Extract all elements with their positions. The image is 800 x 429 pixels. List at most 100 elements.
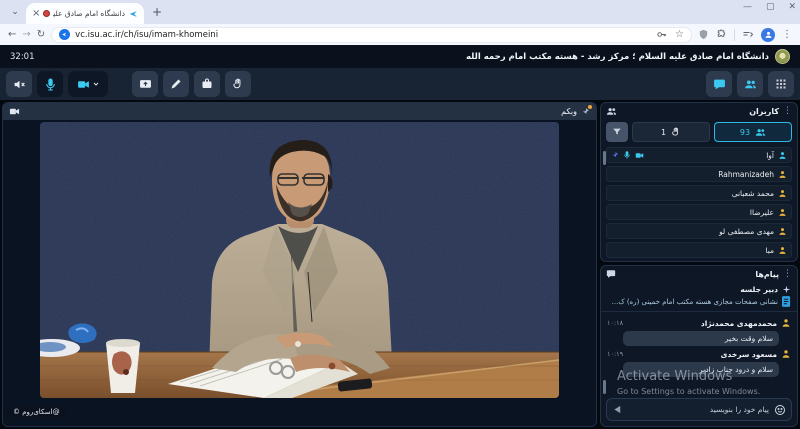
user-row[interactable]: آوا bbox=[606, 147, 792, 163]
tab-title: دانشگاه امام صادق علیه السلا bbox=[53, 9, 125, 18]
chat-scrollbar[interactable] bbox=[603, 380, 606, 394]
microphone-button[interactable] bbox=[37, 71, 63, 97]
users-filter-row: 93 1 bbox=[601, 119, 797, 146]
pinned-doc-icon bbox=[782, 296, 791, 307]
room-title: دانشگاه امام صادق علیه السلام ؛ مرکز رشد… bbox=[466, 52, 769, 62]
chat-panel-icon[interactable] bbox=[606, 269, 616, 279]
chat-panel: ⋮ پیام‌ها دبیر جلسه نشانی صفحات مجازی هس… bbox=[600, 265, 798, 427]
users-scrollbar[interactable] bbox=[603, 151, 606, 165]
window-minimize-button[interactable]: — bbox=[743, 2, 752, 12]
address-bar[interactable]: vc.isu.ac.ir/ch/isu/imam-khomeini ☆ bbox=[51, 27, 692, 43]
user-name: علیرضاا bbox=[750, 208, 774, 217]
chat-panel-menu-icon[interactable]: ⋮ bbox=[783, 269, 792, 279]
user-icon bbox=[778, 189, 787, 198]
webcam-panel-body bbox=[3, 120, 596, 426]
extensions-puzzle-icon[interactable] bbox=[716, 29, 727, 40]
reload-button[interactable]: ↻ bbox=[37, 30, 45, 40]
chat-input-row bbox=[606, 398, 792, 421]
user-row[interactable]: مبا bbox=[606, 242, 792, 258]
speaker-muted-button[interactable] bbox=[6, 71, 32, 97]
media-controls-bar bbox=[0, 68, 800, 100]
recording-indicator-icon bbox=[43, 10, 50, 17]
user-name: آوا bbox=[766, 151, 774, 160]
layout-grid-button[interactable] bbox=[768, 71, 794, 97]
users-list: آوا Rahmanizadeh محمد شعبانی bbox=[601, 146, 797, 259]
chat-toggle-button[interactable] bbox=[706, 71, 732, 97]
tab-search-button[interactable]: ⌄ bbox=[6, 3, 24, 21]
chat-panel-title: پیام‌ها bbox=[755, 270, 779, 279]
filter-users-button[interactable] bbox=[606, 122, 628, 142]
bookmark-star-icon[interactable]: ☆ bbox=[675, 29, 684, 40]
browser-toolbar: ← → ↻ vc.isu.ac.ir/ch/isu/imam-khomeini … bbox=[0, 24, 800, 45]
online-users-button[interactable]: 93 bbox=[714, 122, 792, 142]
message-header: مسعود سرخدی ۱۰:۱۹ bbox=[607, 349, 791, 359]
camera-button[interactable] bbox=[68, 71, 108, 97]
side-panel-icon[interactable] bbox=[742, 29, 754, 41]
screen-share-button[interactable] bbox=[132, 71, 158, 97]
webcam-panel-header: وبکم bbox=[3, 103, 596, 120]
user-row[interactable]: محمد شعبانی bbox=[606, 185, 792, 201]
user-row[interactable]: مهدی مصطفی لو bbox=[606, 223, 792, 239]
users-panel: ⋮ کاربران 93 1 آ bbox=[600, 102, 798, 262]
raised-hands-count: 1 bbox=[661, 128, 666, 137]
users-panel-menu-icon[interactable]: ⋮ bbox=[783, 106, 792, 116]
password-key-icon[interactable] bbox=[656, 29, 667, 40]
pinned-message[interactable]: دبیر جلسه نشانی صفحات مجازی هسته مکتب ام… bbox=[601, 282, 797, 312]
message-bubble: سلام وقت بخیر bbox=[623, 331, 779, 346]
tab-favicon bbox=[128, 9, 138, 19]
chat-messages[interactable]: محمدمهدی محمدنژاد ۱۰:۱۸ سلام وقت بخیر مس… bbox=[601, 312, 797, 395]
message-time: ۱۰:۱۹ bbox=[607, 350, 623, 358]
back-button[interactable]: ← bbox=[8, 30, 16, 40]
webcam-video[interactable] bbox=[40, 122, 559, 398]
forward-button[interactable]: → bbox=[22, 30, 30, 40]
users-panel-title: کاربران bbox=[749, 107, 779, 116]
browser-tab[interactable]: × دانشگاه امام صادق علیه السلا bbox=[26, 3, 144, 24]
user-icon bbox=[778, 208, 787, 217]
user-name: مبا bbox=[765, 246, 774, 255]
emoji-button[interactable] bbox=[774, 404, 786, 416]
user-pin-icon bbox=[611, 151, 619, 159]
webcam-panel-camera-icon bbox=[9, 106, 20, 117]
files-button[interactable] bbox=[194, 71, 220, 97]
user-name: محمد شعبانی bbox=[732, 189, 774, 198]
users-toggle-button[interactable] bbox=[737, 71, 763, 97]
browser-menu-icon[interactable]: ⋮ bbox=[782, 29, 792, 40]
webcam-panel: وبکم bbox=[2, 102, 597, 427]
user-camera-icon bbox=[635, 151, 644, 160]
user-row[interactable]: علیرضاا bbox=[606, 204, 792, 220]
message-author: محمدمهدی محمدنژاد bbox=[701, 319, 777, 328]
university-logo bbox=[775, 49, 790, 64]
chat-input[interactable] bbox=[628, 405, 769, 414]
pinned-text: نشانی صفحات مجازی هسته مکتب امام خمینی (… bbox=[612, 298, 778, 306]
raise-hand-button[interactable] bbox=[225, 71, 251, 97]
user-row[interactable]: Rahmanizadeh bbox=[606, 166, 792, 182]
window-close-button[interactable]: ✕ bbox=[788, 2, 796, 12]
message-user-icon bbox=[781, 318, 791, 328]
pinned-author: دبیر جلسه bbox=[740, 285, 778, 294]
message-user-icon bbox=[781, 349, 791, 359]
app-header: 32:01 دانشگاه امام صادق علیه السلام ؛ مر… bbox=[0, 45, 800, 68]
user-mic-icon bbox=[623, 151, 631, 159]
url-text[interactable]: vc.isu.ac.ir/ch/isu/imam-khomeini bbox=[75, 30, 651, 40]
users-panel-header: ⋮ کاربران bbox=[601, 103, 797, 119]
window-maximize-button[interactable]: ▢ bbox=[766, 2, 775, 12]
site-icon[interactable] bbox=[59, 29, 70, 40]
new-tab-button[interactable]: + bbox=[148, 3, 166, 21]
user-icon bbox=[778, 170, 787, 179]
online-users-count: 93 bbox=[740, 128, 750, 137]
whiteboard-pen-button[interactable] bbox=[163, 71, 189, 97]
tab-close-button[interactable]: × bbox=[32, 9, 40, 19]
pinned-star-icon bbox=[782, 285, 791, 294]
raised-hands-button[interactable]: 1 bbox=[632, 122, 710, 142]
chat-panel-header: ⋮ پیام‌ها bbox=[601, 266, 797, 282]
profile-avatar[interactable] bbox=[761, 28, 775, 42]
send-message-button[interactable] bbox=[612, 404, 623, 415]
webcam-pin-icon[interactable] bbox=[581, 107, 590, 116]
extension-badge-icon[interactable] bbox=[698, 29, 709, 40]
users-panel-icon[interactable] bbox=[606, 106, 617, 117]
user-icon bbox=[778, 246, 787, 255]
session-timer: 32:01 bbox=[10, 52, 35, 62]
main-area: وبکم bbox=[0, 100, 800, 429]
browser-tab-strip: ⌄ × دانشگاه امام صادق علیه السلا + — ▢ ✕ bbox=[0, 0, 800, 24]
sidebar: ⋮ کاربران 93 1 آ bbox=[600, 102, 798, 427]
